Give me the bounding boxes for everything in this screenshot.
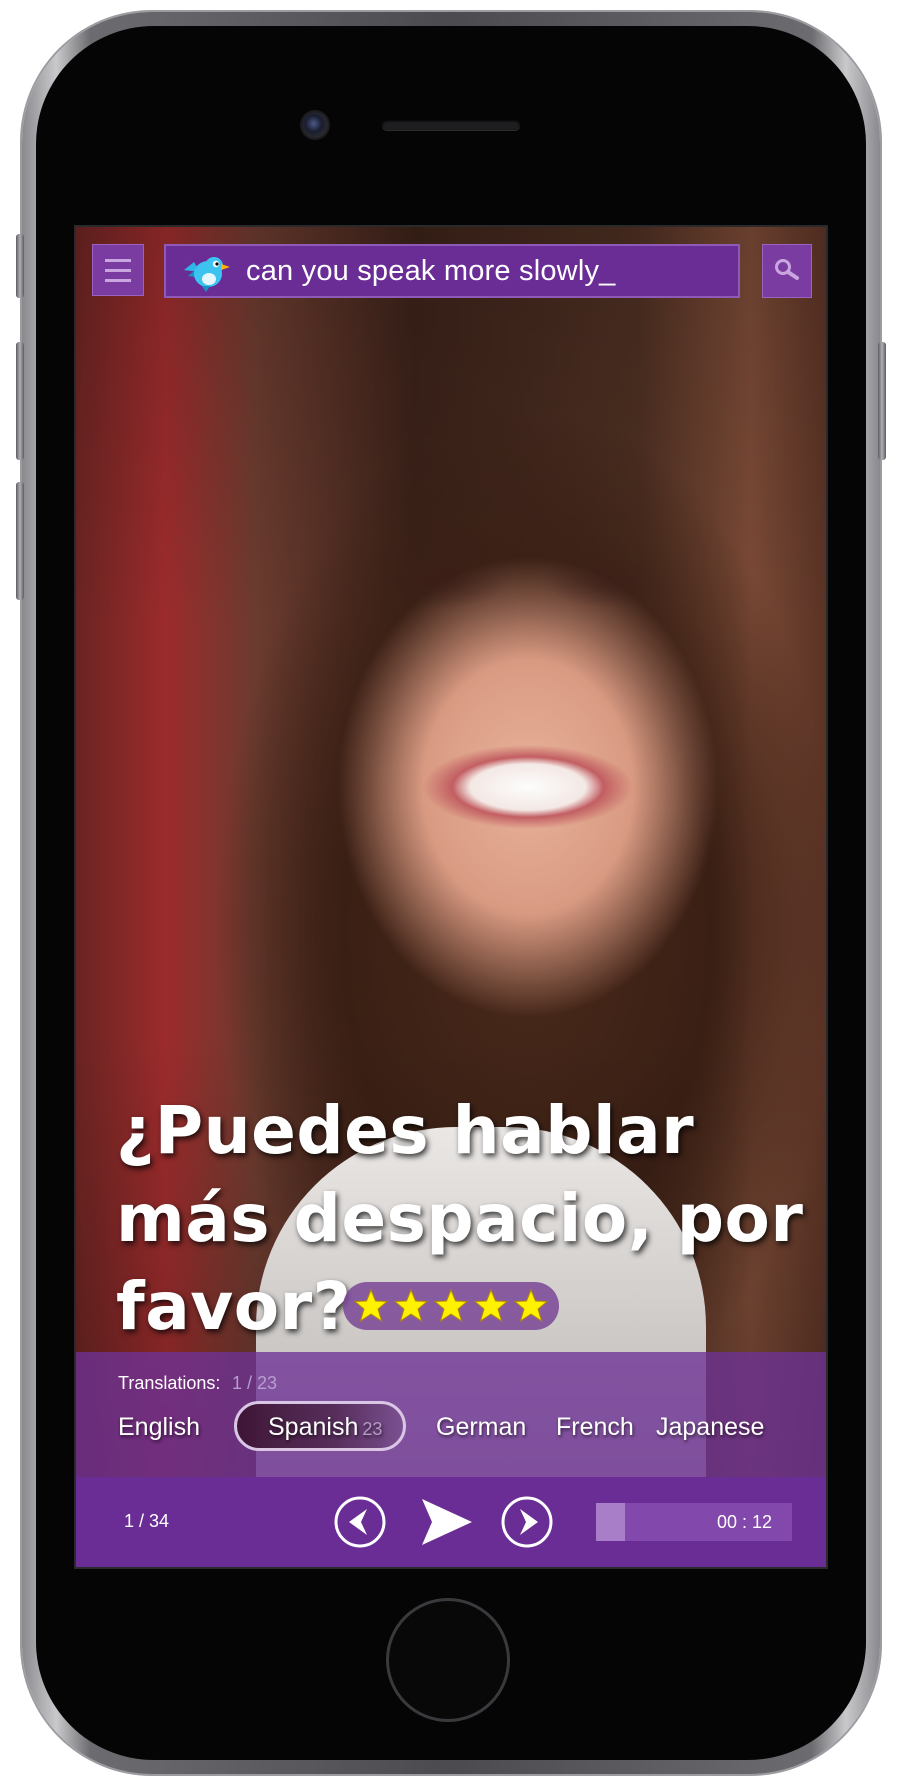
menu-button[interactable] bbox=[92, 244, 144, 296]
chevron-right-icon bbox=[520, 1509, 538, 1535]
language-tab-french[interactable]: French bbox=[556, 1413, 634, 1442]
playback-controls: 1 / 34 00 : 12 bbox=[76, 1477, 826, 1567]
app-screen: can you speak more slowly_ ¿Puedes habla… bbox=[76, 227, 826, 1567]
mute-switch bbox=[16, 234, 24, 298]
front-camera bbox=[302, 112, 328, 138]
bird-logo-icon bbox=[184, 257, 230, 292]
translations-count: 1 / 23 bbox=[232, 1373, 278, 1393]
language-label: Japanese bbox=[656, 1413, 765, 1441]
search-input[interactable]: can you speak more slowly_ bbox=[246, 255, 615, 288]
chevron-left-icon bbox=[349, 1509, 367, 1535]
menu-icon bbox=[105, 258, 131, 262]
next-button[interactable] bbox=[500, 1495, 554, 1549]
language-tab-spanish[interactable]: Spanish 23 bbox=[268, 1413, 382, 1442]
star-icon[interactable] bbox=[513, 1288, 549, 1324]
play-icon bbox=[422, 1499, 472, 1545]
language-label: English bbox=[118, 1413, 200, 1441]
language-tab-german[interactable]: German bbox=[436, 1413, 526, 1442]
language-label: French bbox=[556, 1413, 634, 1441]
language-label: Spanish bbox=[268, 1413, 359, 1441]
search-icon bbox=[775, 259, 799, 280]
earpiece-speaker bbox=[382, 120, 520, 130]
power-button bbox=[878, 342, 886, 460]
previous-button[interactable] bbox=[333, 1495, 387, 1549]
star-icon[interactable] bbox=[473, 1288, 509, 1324]
star-icon[interactable] bbox=[393, 1288, 429, 1324]
page-counter: 1 / 34 bbox=[124, 1511, 170, 1531]
search-button[interactable] bbox=[762, 244, 812, 298]
translations-panel: Translations: 1 / 23 English Spanish 23 G… bbox=[76, 1352, 826, 1477]
star-icon[interactable] bbox=[433, 1288, 469, 1324]
search-bar[interactable]: can you speak more slowly_ bbox=[164, 244, 740, 298]
star-icon[interactable] bbox=[353, 1288, 389, 1324]
audio-progress-bar[interactable]: 00 : 12 bbox=[596, 1503, 792, 1541]
language-label: German bbox=[436, 1413, 527, 1441]
menu-icon-line bbox=[105, 268, 131, 272]
volume-down-button bbox=[16, 482, 24, 600]
playback-time: 00 : 12 bbox=[716, 1512, 772, 1532]
translations-label: Translations: bbox=[118, 1373, 221, 1393]
home-button[interactable] bbox=[386, 1598, 510, 1722]
audio-progress-fill bbox=[596, 1503, 626, 1541]
rating-stars[interactable] bbox=[343, 1282, 559, 1330]
menu-icon-line bbox=[105, 278, 131, 282]
play-button[interactable] bbox=[414, 1491, 476, 1553]
volume-up-button bbox=[16, 342, 24, 460]
language-tab-english[interactable]: English bbox=[118, 1413, 200, 1442]
language-badge: 23 bbox=[362, 1419, 383, 1439]
language-tab-japanese[interactable]: Japanese bbox=[656, 1413, 764, 1442]
